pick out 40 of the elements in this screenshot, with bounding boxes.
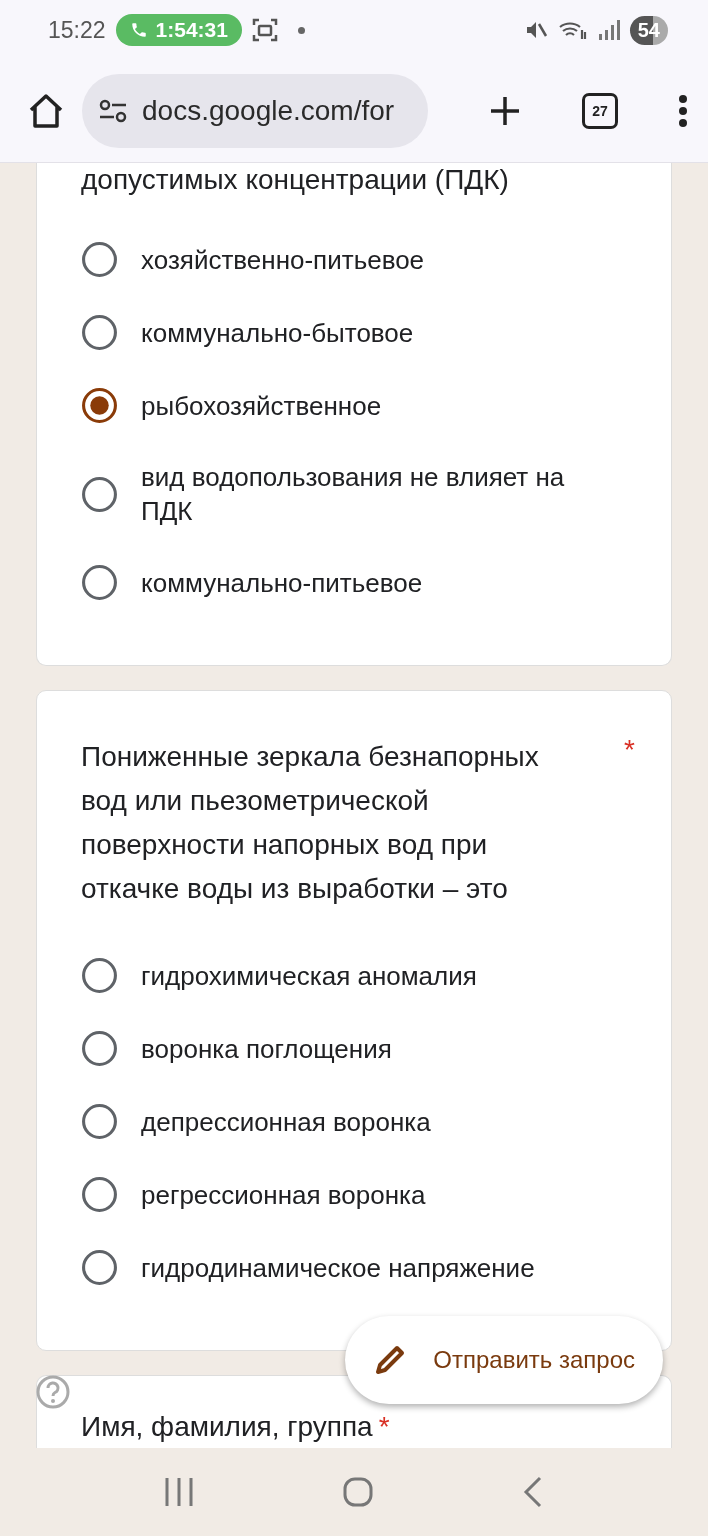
radio-button[interactable] [81, 1249, 118, 1286]
tab-switcher[interactable]: 27 [582, 93, 618, 129]
new-tab-icon[interactable] [488, 94, 522, 128]
radio-button[interactable] [81, 1103, 118, 1140]
menu-icon[interactable] [678, 94, 688, 128]
radio-option[interactable]: гидрохимическая аномалия [81, 957, 635, 994]
home-button-icon[interactable] [342, 1476, 374, 1508]
send-request-button[interactable]: Отправить запрос [345, 1316, 663, 1404]
radio-button[interactable] [81, 1176, 118, 1213]
radio-option[interactable]: регрессионная воронка [81, 1176, 635, 1213]
site-settings-icon[interactable] [98, 98, 128, 124]
radio-button[interactable] [81, 314, 118, 351]
screenshot-icon [251, 18, 278, 42]
recent-apps-icon[interactable] [164, 1476, 194, 1508]
question-title: Пониженные зеркала безнапорных вод или пьезометрической поверхности напорных вод при откачке воды из выработки – это [81, 740, 540, 906]
required-asterisk: * [378, 1412, 390, 1442]
question-title: допустимых концентрации (ПДК) [81, 165, 509, 195]
radio-option[interactable]: воронка поглощения [81, 1030, 635, 1067]
radio-option[interactable]: депрессионная воронка [81, 1103, 635, 1140]
radio-button[interactable] [81, 564, 118, 601]
signal-icon [597, 19, 620, 41]
battery-indicator: 54 [629, 15, 668, 45]
radio-button[interactable] [81, 387, 118, 424]
question-title: Имя, фамилия, группа [81, 1412, 373, 1442]
radio-option[interactable]: коммунально-питьевое [81, 564, 635, 601]
radio-option[interactable]: хозяйственно-питьевое [81, 241, 635, 278]
radio-option[interactable]: коммунально-бытовое [81, 314, 635, 351]
radio-button[interactable] [81, 475, 118, 513]
phone-icon [129, 21, 148, 39]
radio-option[interactable]: гидродинамическое напряжение [81, 1249, 635, 1286]
radio-button[interactable] [81, 241, 118, 278]
radio-button[interactable] [81, 957, 118, 994]
radio-button[interactable] [81, 1030, 118, 1067]
address-bar[interactable]: docs.google.com/for [82, 74, 428, 148]
back-icon[interactable] [522, 1476, 544, 1508]
radio-option[interactable]: рыбохозяйственное [81, 387, 635, 424]
notification-dot [297, 26, 305, 34]
radio-option[interactable]: вид водопользования не влияет на ПДК [81, 460, 635, 528]
required-asterisk: * [624, 735, 635, 767]
clock: 15:22 [48, 16, 106, 44]
